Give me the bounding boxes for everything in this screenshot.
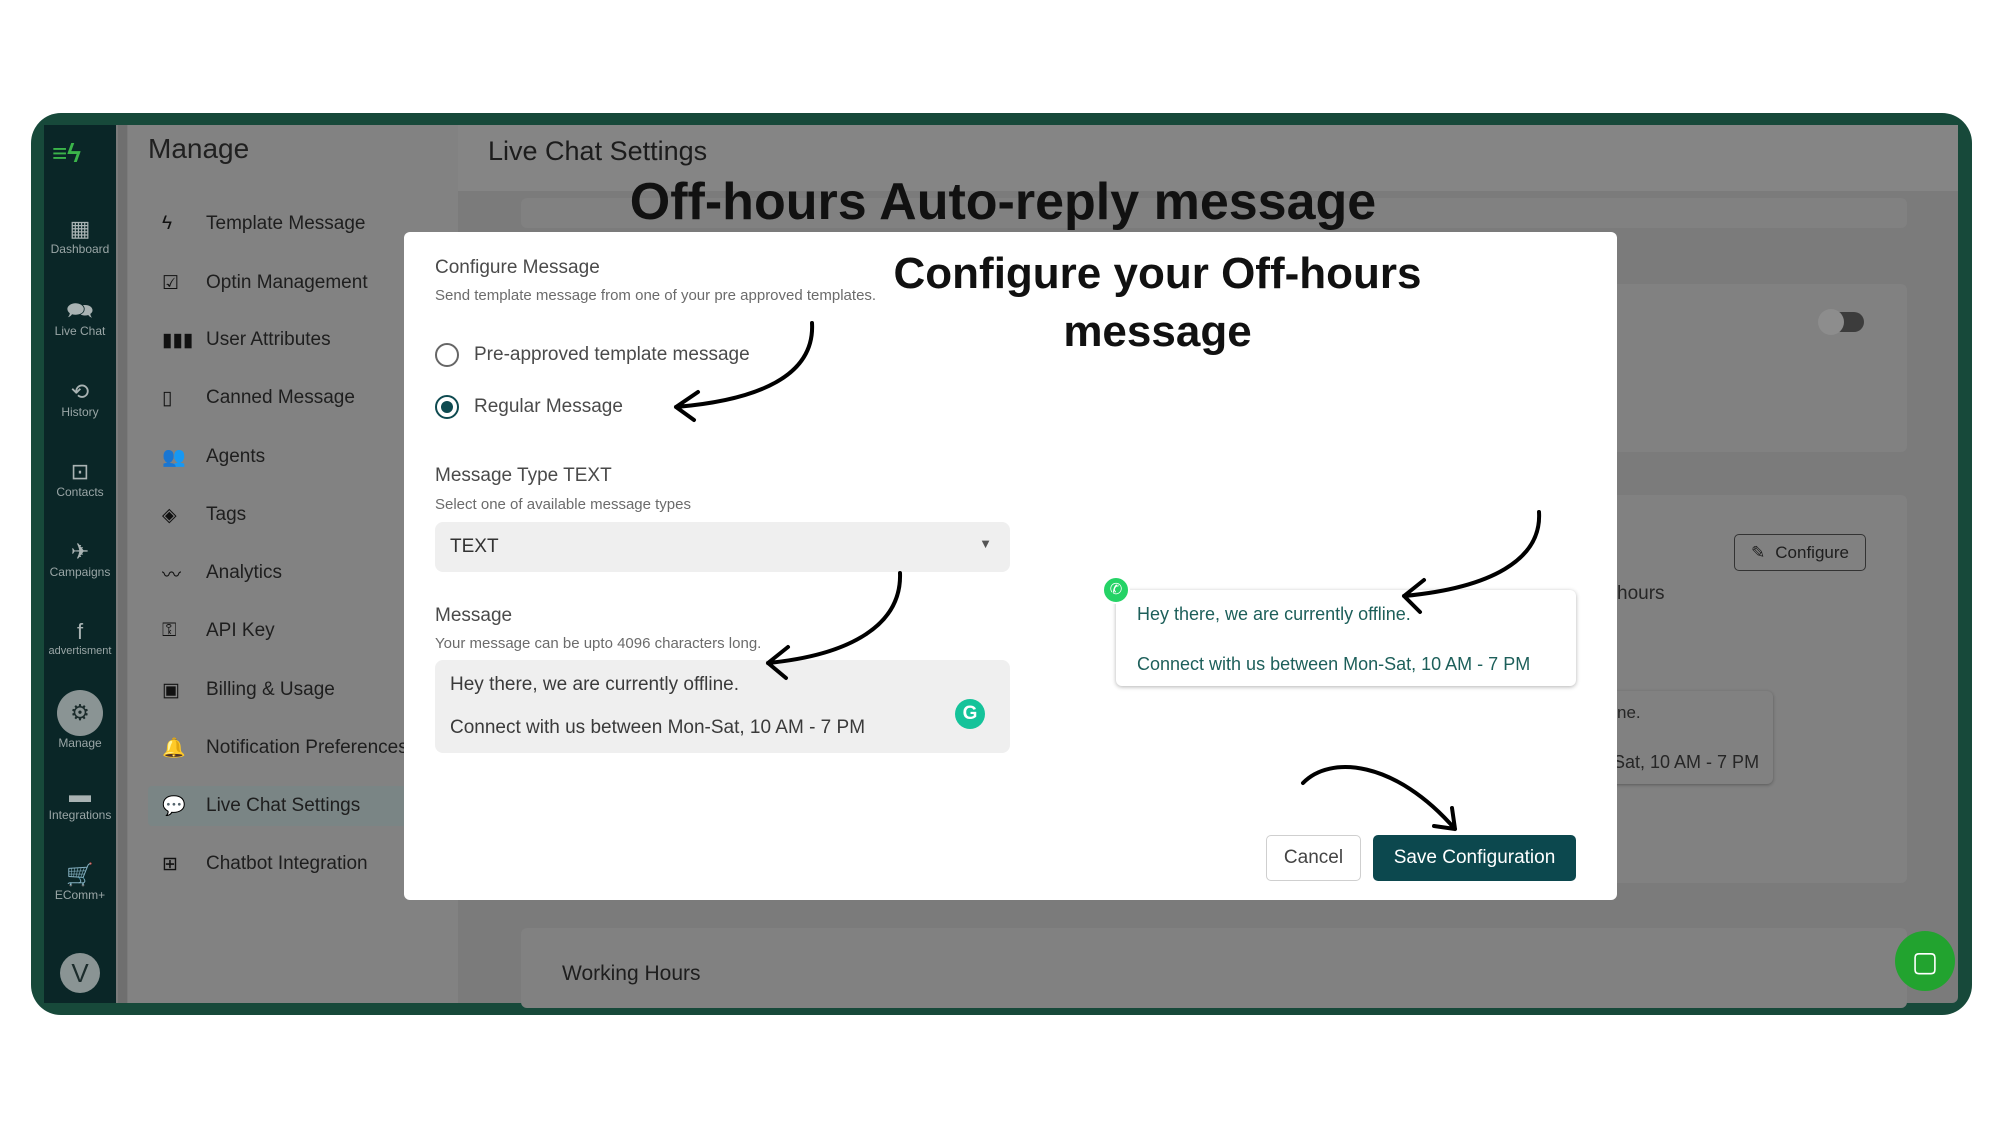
dashboard-icon: ▦ xyxy=(69,216,91,241)
message-line: Connect with us between Mon-Sat, 10 AM -… xyxy=(450,717,866,738)
menu-label: Template Message xyxy=(206,213,366,234)
sidebar-label: History xyxy=(61,405,99,419)
sidebar-label: EComm+ xyxy=(54,888,106,902)
grammarly-icon[interactable]: G xyxy=(955,699,985,729)
preview-line: Connect with us between Mon-Sat, 10 AM -… xyxy=(1137,654,1531,674)
sidebar-item-advertisment[interactable]: f advertisment xyxy=(44,619,116,657)
chat-icon: 🗪 xyxy=(66,298,94,323)
menu-label: API Key xyxy=(206,620,275,641)
working-hours-card xyxy=(521,928,1907,1008)
cancel-button[interactable]: Cancel xyxy=(1266,835,1361,881)
menu-label: Notification Preferences xyxy=(206,737,408,758)
plane-icon: ✈ xyxy=(70,539,90,564)
radio-regular-message[interactable] xyxy=(435,395,459,419)
scrollbar[interactable] xyxy=(118,125,127,1003)
menu-icon: ◈ xyxy=(162,504,177,526)
menu-label: Tags xyxy=(206,504,247,525)
menu-icon: 💬 xyxy=(162,796,186,817)
menu-icon: ▮▮▮ xyxy=(162,329,194,351)
menu-label: Canned Message xyxy=(206,387,355,408)
menu-icon: ϟ xyxy=(162,213,173,234)
sidebar-label: Campaigns xyxy=(49,565,111,579)
configure-button[interactable]: ✎ Configure xyxy=(1734,534,1866,571)
message-type-select[interactable]: TEXT ▼ xyxy=(435,522,1010,572)
sidebar-item-history[interactable]: ⟲ History xyxy=(44,379,116,419)
message-textarea[interactable]: Hey there, we are currently offline. Con… xyxy=(435,660,1010,753)
menu-label: Live Chat Settings xyxy=(206,795,361,816)
sidebar-item-live-chat[interactable]: 🗪 Live Chat xyxy=(44,298,116,338)
sidebar-item-contacts[interactable]: ⊡ Contacts xyxy=(44,459,116,499)
message-subtitle: Your message can be upto 4096 characters… xyxy=(435,635,762,652)
store-icon: ▬ xyxy=(69,782,91,807)
toggle-switch[interactable] xyxy=(1818,309,1864,335)
menu-label: Optin Management xyxy=(206,272,368,293)
whatsapp-icon: ✆ xyxy=(1102,576,1130,604)
sidebar-label: Integrations xyxy=(48,808,112,822)
message-title: Message xyxy=(435,605,513,626)
logo-icon: ≡ϟ xyxy=(52,138,81,168)
bg-preview-line: Sat, 10 AM - 7 PM xyxy=(1613,752,1760,772)
sidebar-label: Contacts xyxy=(56,485,104,499)
save-configuration-button[interactable]: Save Configuration xyxy=(1373,835,1576,881)
menu-label: Chatbot Integration xyxy=(206,853,368,874)
menu-label: Agents xyxy=(206,446,266,467)
menu-icon: 🔔 xyxy=(162,738,186,759)
radio-pre-approved[interactable] xyxy=(435,343,459,367)
cart-icon: 🛒 xyxy=(66,862,94,887)
page-title: Live Chat Settings xyxy=(488,136,708,166)
annotation-heading: Configure your Off-hours message xyxy=(893,249,1422,356)
menu-label: Billing & Usage xyxy=(206,679,335,700)
radio-label: Pre-approved template message xyxy=(474,344,750,365)
configure-label: Configure xyxy=(1775,542,1849,562)
message-type-subtitle: Select one of available message types xyxy=(435,496,691,513)
menu-icon: ⊞ xyxy=(162,853,178,875)
menu-icon: ▯ xyxy=(162,387,173,409)
preview-line: Hey there, we are currently offline. xyxy=(1137,604,1411,624)
menu-icon: ▣ xyxy=(162,679,180,701)
chevron-down-icon: ▼ xyxy=(979,536,992,551)
menu-icon: ☑ xyxy=(162,272,180,294)
sidebar-item-dashboard[interactable]: ▦ Dashboard xyxy=(44,216,116,256)
radio-label: Regular Message xyxy=(474,396,623,417)
sidebar-item-ecomm[interactable]: 🛒 EComm+ xyxy=(44,862,116,902)
contacts-icon: ⊡ xyxy=(70,459,90,484)
avatar[interactable]: V xyxy=(60,953,100,993)
sidebar-label: Manage xyxy=(58,736,102,750)
chat-launcher-button[interactable]: ▢ xyxy=(1895,931,1955,991)
configure-title: Configure Message xyxy=(435,257,600,278)
manage-title: Manage xyxy=(148,133,250,164)
sidebar-label: Dashboard xyxy=(50,242,110,256)
message-type-title: Message Type TEXT xyxy=(435,465,612,486)
hours-text: hours xyxy=(1617,583,1665,604)
facebook-icon: f xyxy=(76,619,84,644)
bg-preview-line: ne. xyxy=(1617,703,1641,722)
sidebar-item-campaigns[interactable]: ✈ Campaigns xyxy=(44,539,116,579)
menu-icon: 👥 xyxy=(162,447,186,468)
pencil-icon: ✎ xyxy=(1751,542,1766,562)
menu-icon: 〰 xyxy=(162,564,182,586)
message-line: Hey there, we are currently offline. xyxy=(450,674,740,695)
working-hours-title: Working Hours xyxy=(562,962,701,985)
configure-subtitle: Send template message from one of your p… xyxy=(435,287,877,304)
menu-label: Analytics xyxy=(206,562,283,583)
sidebar-item-manage[interactable]: ⚙ Manage xyxy=(44,690,116,750)
menu-icon: ⚿ xyxy=(162,620,177,641)
select-value: TEXT xyxy=(450,536,499,557)
sidebar-label: Live Chat xyxy=(54,324,106,338)
chat-bubble-icon: ▢ xyxy=(1911,945,1939,977)
sidebar-item-integrations[interactable]: ▬ Integrations xyxy=(44,782,116,822)
annotation-title: Off-hours Auto-reply message xyxy=(629,173,1377,231)
gear-icon: ⚙ xyxy=(57,690,103,736)
sidebar-label: advertisment xyxy=(48,645,112,657)
menu-label: User Attributes xyxy=(206,329,331,350)
history-icon: ⟲ xyxy=(70,379,90,404)
